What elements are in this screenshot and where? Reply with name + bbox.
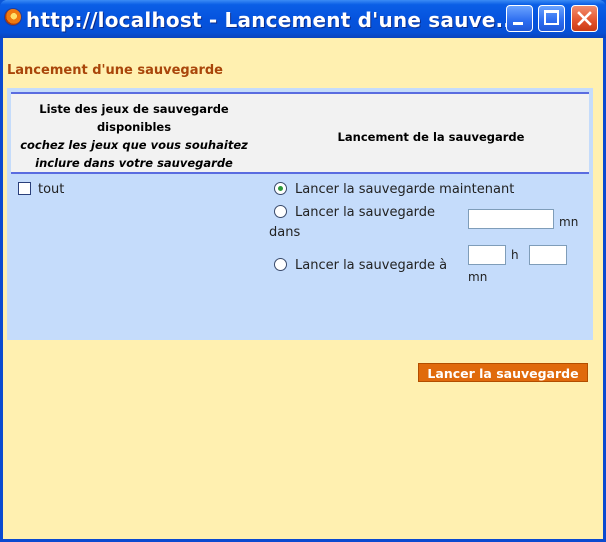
header-hint-line: inclure dans votre sauvegarde [35, 156, 233, 170]
header-hint-line: cochez les jeux que vous souhaitez [20, 138, 248, 152]
hour-unit: h [511, 248, 519, 262]
launch-at-label: Lancer la sauvegarde à [295, 258, 448, 273]
delay-minutes-input[interactable] [468, 209, 554, 229]
close-icon [577, 11, 592, 26]
page-content: Lancement d'une sauvegarde Liste des jeu… [3, 38, 603, 539]
header-line: Liste des jeux de sauvegarde [39, 102, 229, 116]
launch-in-radio[interactable] [274, 205, 287, 218]
select-all-label: tout [38, 182, 65, 197]
maximize-icon [544, 10, 559, 25]
select-all-checkbox[interactable] [18, 182, 31, 195]
hour-input[interactable] [468, 245, 506, 265]
backup-sets-column-header: Liste des jeux de sauvegarde disponibles… [11, 100, 257, 172]
minimize-icon [513, 22, 523, 25]
launch-now-label: Lancer la sauvegarde maintenant [295, 182, 515, 197]
launch-at-radio[interactable] [274, 258, 287, 271]
window-title: http://localhost - Lancement d'une sauve… [26, 8, 519, 32]
backup-form-panel: Liste des jeux de sauvegarde disponibles… [7, 88, 593, 382]
launch-in-label-cont: dans [269, 225, 301, 240]
close-button[interactable] [571, 5, 598, 32]
delay-minutes-unit: mn [559, 215, 579, 229]
table-header: Liste des jeux de sauvegarde disponibles… [11, 92, 589, 174]
title-bar[interactable]: http://localhost - Lancement d'une sauve… [0, 0, 606, 38]
maximize-button[interactable] [538, 5, 565, 32]
launch-in-label: Lancer la sauvegarde [295, 205, 436, 220]
browser-popup-window: http://localhost - Lancement d'une sauve… [0, 0, 606, 542]
firefox-icon [5, 9, 21, 25]
minute-unit: mn [468, 270, 488, 284]
launch-column-header: Lancement de la sauvegarde [337, 130, 525, 144]
minute-input[interactable] [529, 245, 567, 265]
header-line: disponibles [96, 120, 172, 134]
minimize-button[interactable] [506, 5, 533, 32]
page-title: Lancement d'une sauvegarde [7, 63, 223, 78]
launch-backup-button[interactable]: Lancer la sauvegarde [418, 363, 588, 382]
launch-now-radio[interactable] [274, 182, 287, 195]
